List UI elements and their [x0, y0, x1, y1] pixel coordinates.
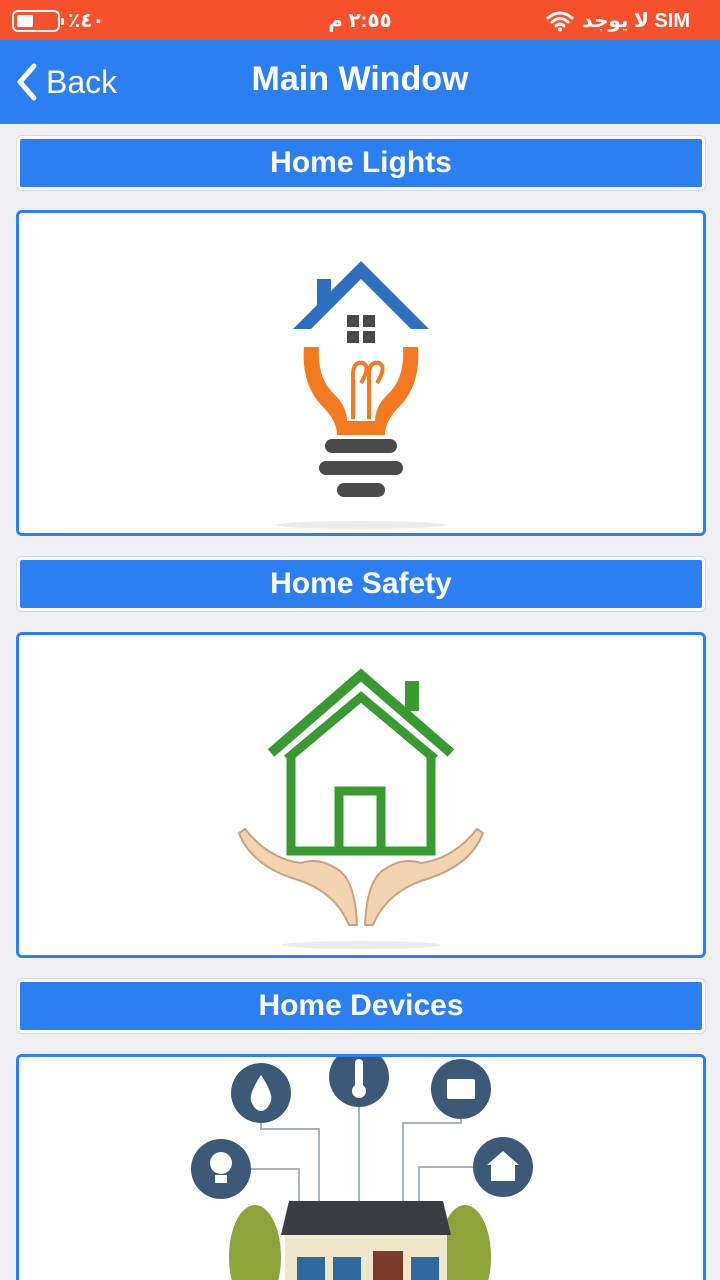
house-lightbulb-icon	[276, 261, 446, 529]
page-title: Main Window	[251, 60, 469, 98]
status-bar: ٪٤٠ ٢:٥٥ م لا يوجد SIM	[0, 0, 720, 40]
wifi-icon	[546, 11, 574, 31]
carrier-label: لا يوجد SIM	[582, 10, 690, 32]
home-devices-card[interactable]	[16, 1054, 706, 1280]
navigation-bar: Back Main Window	[0, 40, 720, 124]
home-lights-card[interactable]	[16, 210, 706, 536]
home-lights-button[interactable]: Home Lights	[17, 136, 705, 190]
smart-home-devices-icon	[191, 1057, 533, 1280]
carrier-indicator: لا يوجد SIM	[546, 8, 690, 33]
home-safety-card[interactable]	[16, 632, 706, 958]
home-safety-button[interactable]: Home Safety	[17, 557, 705, 611]
house-in-hands-icon	[237, 668, 485, 949]
home-devices-button[interactable]: Home Devices	[17, 979, 705, 1033]
